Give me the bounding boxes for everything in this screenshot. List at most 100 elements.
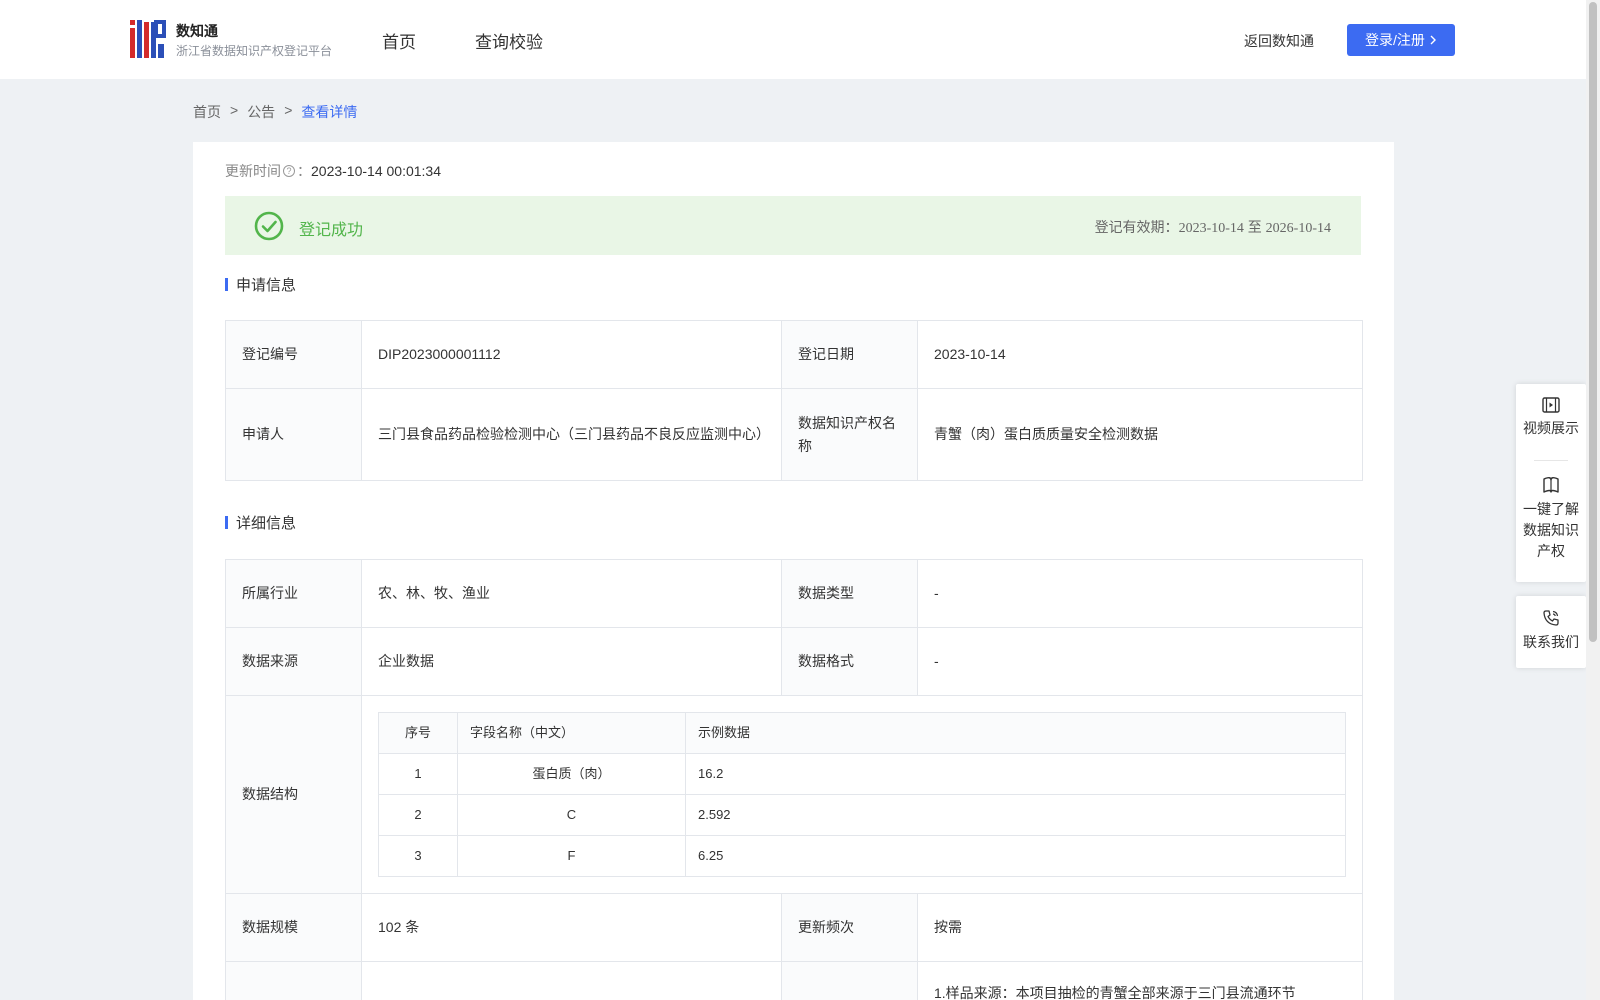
partial-value-cell [361,961,782,1000]
validity-period: 登记有效期：2023-10-14 至 2026-10-14 [1095,217,1331,237]
detail-info-table: 所属行业 农、林、牧、渔业 数据类型 - 数据来源 企业数据 数据格式 - 数据… [225,559,1363,1000]
cell-field-name: 蛋白质（肉） [457,753,686,795]
brand-name: 数知通 [176,23,218,39]
freq-label: 更新频次 [781,893,918,962]
video-showcase-label: 视频展示 [1523,420,1579,436]
check-circle-icon [254,211,284,241]
format-value: - [917,627,1363,696]
video-showcase-button[interactable]: 视频展示 [1516,384,1586,460]
industry-value: 农、林、牧、渔业 [361,559,782,628]
scale-label: 数据规模 [225,893,362,962]
partial-label-cell [781,961,918,1000]
learn-ip-label: 一键了解数据知识产权 [1523,501,1579,559]
validity-separator: 至 [1243,219,1266,235]
breadcrumb-separator: > [284,102,293,118]
status-text: 登记成功 [299,222,364,239]
nav-home[interactable]: 首页 [382,28,416,53]
reg-no-label: 登记编号 [225,320,362,389]
top-header: 数知通 浙江省数据知识产权登记平台 首页 查询校验 返回数知通 登录/注册 [0,0,1586,79]
application-info-table: 登记编号 DIP2023000001112 登记日期 2023-10-14 申请… [225,320,1363,481]
validity-to: 2026-10-14 [1265,221,1331,236]
cell-index: 3 [378,835,458,877]
section-title-text: 详细信息 [236,515,297,532]
cell-sample: 6.25 [685,835,1346,877]
breadcrumb-separator: > [230,102,239,118]
update-time-colon: ： [297,163,311,179]
nav-query-verify[interactable]: 查询校验 [475,28,543,53]
applicant-value: 三门县食品药品检验检测中心（三门县药品不良反应监测中心） [361,388,782,481]
back-to-shuzhitong-link[interactable]: 返回数知通 [1244,31,1314,51]
site-logo[interactable] [130,20,166,58]
structure-label: 数据结构 [225,695,362,894]
applicant-label: 申请人 [225,388,362,481]
login-register-label: 登录/注册 [1365,32,1425,48]
detail-card: 更新时间 ? ： 2023-10-14 00:01:34 登记成功 登记有效期：… [193,142,1394,1000]
phone-icon [1543,610,1559,626]
sample-source-value: 1.样品来源：本项目抽检的青蟹全部来源于三门县流通环节 [917,961,1363,1000]
validity-label: 登记有效期： [1094,219,1179,235]
question-icon[interactable]: ? [283,165,295,177]
table-row: 数据规模 102 条 更新频次 按需 [225,893,1363,962]
contact-us-button[interactable]: 联系我们 [1516,596,1586,653]
industry-label: 所属行业 [225,559,362,628]
ip-name-label: 数据知识产权名称 [781,388,918,481]
table-row: 2 C 2.592 [378,794,1346,836]
table-row: 1 蛋白质（肉） 16.2 [378,753,1346,795]
table-header-row: 序号 字段名称（中文） 示例数据 [378,712,1346,754]
source-label: 数据来源 [225,627,362,696]
freq-value: 按需 [917,893,1363,962]
reg-date-value: 2023-10-14 [917,320,1363,389]
cell-index: 1 [378,753,458,795]
learn-ip-button[interactable]: 一键了解数据知识产权 [1516,461,1586,562]
data-type-label: 数据类型 [781,559,918,628]
update-time-label: 更新时间 [225,163,281,179]
cell-field-name: C [457,794,686,836]
ip-name-value: 青蟹（肉）蛋白质质量安全检测数据 [917,388,1363,481]
validity-from: 2023-10-14 [1178,221,1244,236]
source-value: 企业数据 [361,627,782,696]
section-marker [225,516,228,529]
table-row: 所属行业 农、林、牧、渔业 数据类型 - [225,559,1363,628]
section-title-application: 申请信息 [225,274,296,295]
brand-subtitle: 浙江省数据知识产权登记平台 [176,44,333,58]
reg-date-label: 登记日期 [781,320,918,389]
format-label: 数据格式 [781,627,918,696]
scale-value: 102 条 [361,893,782,962]
update-time-row: 更新时间 ? ： 2023-10-14 00:01:34 [225,161,441,181]
cell-field-name: F [457,835,686,877]
section-title-text: 申请信息 [236,277,297,294]
table-row: 数据结构 序号 字段名称（中文） 示例数据 1 蛋白质（肉） 16.2 2 C … [225,695,1363,894]
structure-cell: 序号 字段名称（中文） 示例数据 1 蛋白质（肉） 16.2 2 C 2.592 [361,695,1363,894]
partial-label-cell [225,961,362,1000]
data-type-value: - [917,559,1363,628]
table-row: 3 F 6.25 [378,835,1346,877]
floating-help-panel: 视频展示 一键了解数据知识产权 [1516,384,1586,582]
column-header-index: 序号 [378,712,458,754]
breadcrumb-current: 查看详情 [301,104,358,120]
contact-us-label: 联系我们 [1523,634,1579,650]
book-icon [1543,477,1559,493]
table-row: 登记编号 DIP2023000001112 登记日期 2023-10-14 [225,320,1363,389]
cell-index: 2 [378,794,458,836]
registration-status-banner: 登记成功 登记有效期：2023-10-14 至 2026-10-14 [225,196,1361,255]
contact-panel: 联系我们 [1516,596,1586,668]
table-row: 数据来源 企业数据 数据格式 - [225,627,1363,696]
table-row: 申请人 三门县食品药品检验检测中心（三门县药品不良反应监测中心） 数据知识产权名… [225,388,1363,481]
section-marker [225,278,228,291]
breadcrumb: 首页 > 公告 > 查看详情 [193,102,357,122]
reg-no-value: DIP2023000001112 [361,320,782,389]
table-row: 1.样品来源：本项目抽检的青蟹全部来源于三门县流通环节 [225,961,1363,1000]
cell-sample: 16.2 [685,753,1346,795]
login-register-button[interactable]: 登录/注册 [1347,24,1455,56]
scrollbar-thumb[interactable] [1589,2,1597,642]
breadcrumb-home[interactable]: 首页 [193,102,221,122]
update-time-value: 2023-10-14 00:01:34 [311,163,441,179]
video-icon [1542,397,1560,413]
data-structure-table: 序号 字段名称（中文） 示例数据 1 蛋白质（肉） 16.2 2 C 2.592 [378,712,1346,877]
column-header-field-name: 字段名称（中文） [457,712,686,754]
page-scrollbar[interactable] [1586,0,1600,1000]
breadcrumb-announcement[interactable]: 公告 [247,102,275,122]
column-header-sample: 示例数据 [685,712,1346,754]
section-title-detail: 详细信息 [225,512,296,533]
cell-sample: 2.592 [685,794,1346,836]
